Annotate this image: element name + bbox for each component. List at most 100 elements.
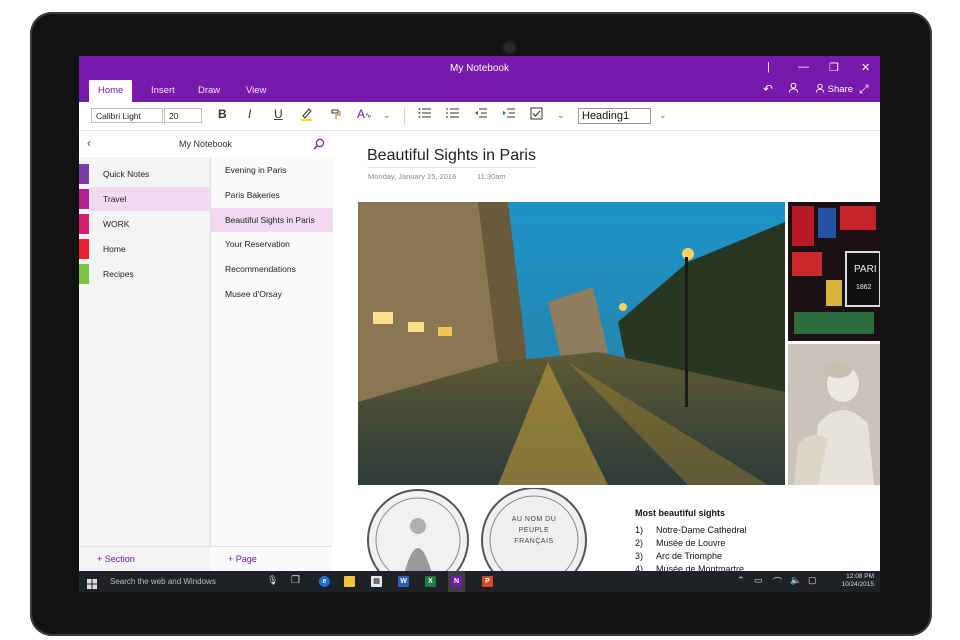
tab-view[interactable]: View: [237, 80, 275, 102]
format-painter-icon[interactable]: [330, 107, 343, 123]
section-color-tab: [79, 189, 89, 209]
section-color-tab: [79, 264, 89, 284]
tab-draw[interactable]: Draw: [189, 80, 229, 102]
windows-taskbar: Search the web and Windows 🎙 ❐ e ▤ W X N…: [79, 571, 880, 592]
plus-icon: +: [97, 554, 105, 564]
file-explorer-icon[interactable]: [344, 576, 355, 587]
page-item-beautiful-sights[interactable]: Beautiful Sights in Paris: [211, 208, 333, 232]
paris-sign-photo[interactable]: PARI 1862: [788, 202, 880, 341]
excel-icon[interactable]: X: [425, 576, 436, 587]
style-chevron-down-icon[interactable]: ⌄: [659, 110, 667, 121]
taskbar-search-input[interactable]: Search the web and Windows: [110, 577, 216, 586]
clock-date: 10/24/2015: [841, 581, 874, 588]
windows-start-icon[interactable]: [87, 576, 97, 592]
sights-heading[interactable]: Most beautiful sights: [635, 508, 725, 518]
numbered-list-icon[interactable]: [446, 107, 460, 122]
window-title: My Notebook: [450, 63, 509, 74]
font-name-input[interactable]: Calibri Light: [91, 108, 163, 123]
sign-text: PARI: [854, 264, 877, 275]
search-icon[interactable]: [313, 137, 325, 155]
onenote-icon[interactable]: N: [451, 576, 462, 587]
paris-street-photo[interactable]: [358, 202, 785, 485]
ribbon: Calibri Light 20 B I U A∿ ⌄ ⌄ Heading1 ⌄: [79, 102, 880, 131]
decrease-indent-icon[interactable]: [474, 107, 488, 122]
page-canvas[interactable]: Beautiful Sights in Paris Monday, Januar…: [333, 131, 880, 574]
checkbox-tag-icon[interactable]: [530, 107, 543, 123]
coin-inscription: AU NOM DU PEUPLE FRANÇAIS: [511, 516, 557, 545]
clock-time: 12:08 PM: [846, 573, 874, 580]
section-item-work[interactable]: WORK: [89, 212, 210, 236]
powerpoint-icon[interactable]: P: [482, 576, 493, 587]
text-effects-icon[interactable]: A∿: [357, 107, 372, 121]
notifications-icon[interactable]: ▢: [808, 575, 817, 586]
section-color-tab: [79, 239, 89, 259]
italic-icon[interactable]: I: [248, 107, 251, 121]
share-label: Share: [827, 84, 853, 95]
network-icon[interactable]: ⌒: [773, 575, 782, 588]
microphone-icon[interactable]: 🎙: [267, 575, 278, 586]
list-item[interactable]: 3) Arc de Triomphe: [635, 551, 722, 561]
person-icon[interactable]: [788, 82, 799, 96]
task-view-icon[interactable]: ❐: [291, 575, 300, 586]
fullscreen-icon[interactable]: ⤢: [859, 82, 869, 97]
page-item-your-reservation[interactable]: Your Reservation: [211, 232, 333, 256]
page-list: Evening in Paris Paris Bakeries Beautifu…: [210, 157, 334, 546]
add-section-label: Section: [104, 554, 135, 564]
restore-button[interactable]: ❐: [829, 61, 839, 74]
onenote-window: My Notebook | — ❐ ✕ Home Insert Draw Vie…: [79, 56, 880, 592]
camera: [504, 42, 515, 53]
statue-photo[interactable]: [788, 344, 880, 485]
style-selector[interactable]: Heading1: [578, 108, 651, 124]
section-color-tab: [79, 164, 89, 184]
share-button[interactable]: Share: [815, 83, 853, 95]
share-icon: [815, 83, 825, 93]
add-page-button[interactable]: + Page: [210, 546, 332, 571]
french-coins-image[interactable]: AU NOM DU PEUPLE FRANÇAIS: [358, 488, 598, 571]
undo-icon[interactable]: ↶: [763, 82, 773, 96]
title-separator: |: [767, 61, 770, 73]
sign-year: 1862: [856, 284, 872, 291]
chevron-down-icon[interactable]: ⌄: [383, 110, 391, 121]
title-bar: My Notebook | — ❐ ✕ Home Insert Draw Vie…: [79, 56, 880, 102]
add-page-label: Page: [235, 554, 257, 564]
tray-chevron-up-icon[interactable]: ⌃: [737, 575, 745, 586]
page-item-recommendations[interactable]: Recommendations: [211, 257, 333, 281]
section-item-travel[interactable]: Travel: [89, 187, 210, 211]
page-item-evening-in-paris[interactable]: Evening in Paris: [211, 158, 333, 182]
add-section-button[interactable]: + Section: [79, 546, 210, 571]
battery-icon[interactable]: ▭: [754, 575, 763, 586]
store-icon[interactable]: ▤: [371, 576, 382, 587]
list-item[interactable]: 1) Notre-Dame Cathedral: [635, 525, 747, 535]
section-item-home[interactable]: Home: [89, 237, 210, 261]
navigation-header: ‹ My Notebook: [79, 131, 332, 157]
page-item-musee-dorsay[interactable]: Musee d'Orsay: [211, 282, 333, 306]
section-item-quick-notes[interactable]: Quick Notes: [89, 162, 210, 186]
notebook-title[interactable]: My Notebook: [179, 139, 232, 149]
list-item[interactable]: 2) Musée de Louvre: [635, 538, 726, 548]
page-time: 11:30am: [477, 172, 506, 181]
bullet-list-icon[interactable]: [418, 107, 432, 122]
edge-icon[interactable]: e: [319, 576, 330, 587]
highlighter-icon[interactable]: [300, 107, 313, 124]
taskbar-clock[interactable]: 12:08 PM 10/24/2015: [841, 573, 874, 589]
tag-chevron-down-icon[interactable]: ⌄: [557, 110, 565, 121]
ribbon-divider: [404, 107, 405, 125]
font-size-input[interactable]: 20: [164, 108, 202, 123]
increase-indent-icon[interactable]: [502, 107, 516, 122]
volume-icon[interactable]: 🔈: [790, 575, 801, 586]
close-button[interactable]: ✕: [861, 61, 870, 74]
minimize-button[interactable]: —: [798, 61, 809, 73]
tab-insert[interactable]: Insert: [142, 80, 184, 102]
underline-icon[interactable]: U: [274, 107, 283, 121]
plus-icon: +: [228, 554, 236, 564]
page-title[interactable]: Beautiful Sights in Paris: [367, 147, 536, 168]
bold-icon[interactable]: B: [218, 107, 227, 121]
page-item-paris-bakeries[interactable]: Paris Bakeries: [211, 183, 333, 207]
section-item-recipes[interactable]: Recipes: [89, 262, 210, 286]
tab-home[interactable]: Home: [89, 80, 133, 102]
back-arrow-icon[interactable]: ‹: [87, 136, 91, 150]
word-icon[interactable]: W: [398, 576, 409, 587]
section-list: Quick Notes Travel WORK Home Recipes: [79, 157, 210, 546]
section-color-tab: [79, 214, 89, 234]
page-date: Monday, January 15, 2016: [368, 172, 457, 181]
